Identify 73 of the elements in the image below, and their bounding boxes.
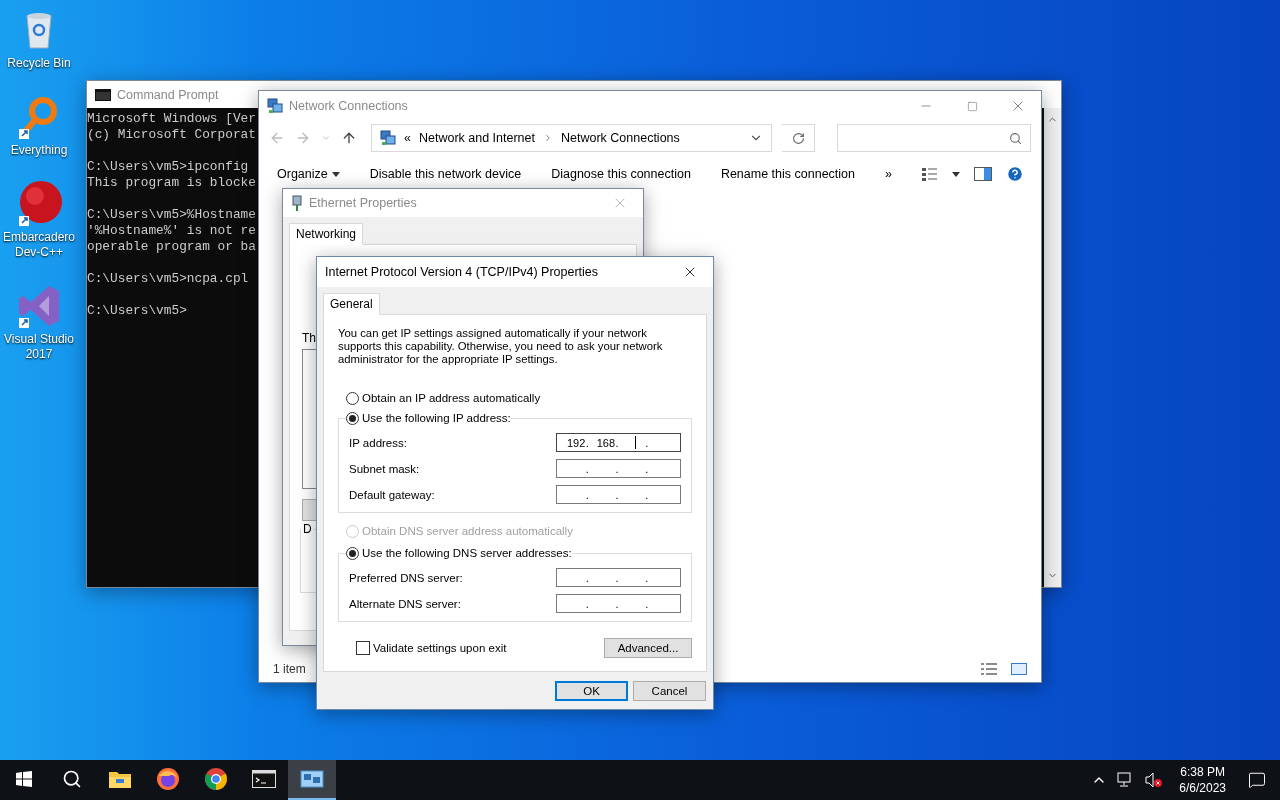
scrollbar[interactable] <box>1044 108 1061 587</box>
console-line: operable program or ba <box>87 239 256 255</box>
up-icon[interactable] <box>341 130 357 146</box>
radio-label[interactable]: Use the following DNS server addresses: <box>362 547 572 559</box>
terminal-icon <box>95 88 111 101</box>
advanced-button[interactable]: Advanced... <box>604 638 692 658</box>
window-title: Command Prompt <box>117 87 219 102</box>
refresh-icon[interactable] <box>791 131 805 145</box>
caret-icon[interactable] <box>951 171 960 177</box>
section-label: Th <box>302 331 316 345</box>
ip-address-field[interactable]: . . . <box>556 459 681 478</box>
window-title: Network Connections <box>289 99 408 113</box>
console-line: C:\Users\vm5>ipconfig <box>87 159 249 175</box>
field-label: Alternate DNS server: <box>349 597 461 610</box>
group-label: D <box>301 522 314 536</box>
dialog-title: Internet Protocol Version 4 (TCP/IPv4) Properties <box>325 265 599 279</box>
terminal-icon <box>252 770 276 788</box>
console-line: C:\Users\vm5> <box>87 303 187 319</box>
radio-label[interactable]: Use the following IP address: <box>362 412 511 424</box>
field-label: IP address: <box>349 436 407 449</box>
muted-speaker-icon[interactable] <box>1145 772 1164 788</box>
validate-checkbox[interactable]: Validate settings upon exit <box>356 641 507 655</box>
radio-button[interactable] <box>346 391 359 405</box>
caret-icon <box>331 171 340 177</box>
description-text: You can get IP settings assigned automatically if your network supports this capability. Otherwise, you need to ask your network administrator for the appropriate IP settings. <box>338 327 664 366</box>
view-options-icon[interactable] <box>921 167 938 181</box>
folder-icon <box>108 769 132 789</box>
ip-address-field[interactable]: . . . <box>556 568 681 587</box>
network-icon <box>380 130 396 146</box>
radio-label[interactable]: Obtain an IP address automatically <box>362 392 541 404</box>
tab[interactable]: General <box>323 293 380 315</box>
radio-button[interactable] <box>346 411 359 425</box>
windows-logo-icon[interactable] <box>16 771 32 787</box>
clock[interactable]: 6:38 PM 6/6/2023 <box>1179 764 1226 796</box>
chrome-circle-icon <box>204 767 228 791</box>
details-view-icon[interactable] <box>981 663 997 675</box>
more-button[interactable]: » <box>885 167 892 181</box>
address-bar[interactable]: « Network and Internet Network Connections <box>371 124 773 152</box>
console-line: (c) Microsoft Corporat <box>87 127 256 143</box>
toolbar-button[interactable]: Disable this network device <box>369 167 522 181</box>
ip-address-field[interactable]: 192. 168. . <box>556 433 681 452</box>
field-label: Preferred DNS server: <box>349 571 463 584</box>
notification-icon[interactable] <box>1248 771 1266 789</box>
field-label: Subnet mask: <box>349 462 420 475</box>
console-line: Microsoft Windows [Ver <box>87 111 256 127</box>
search-icon <box>1009 131 1022 145</box>
ethernet-plug-icon <box>291 195 303 211</box>
search-icon[interactable] <box>62 769 82 789</box>
tiles-view-icon[interactable] <box>1011 663 1027 675</box>
console-line: This program is blocke <box>87 175 256 191</box>
ip-address-field[interactable]: . . . <box>556 594 681 613</box>
console-line: C:\Users\vm5>ncpa.cpl <box>87 271 249 287</box>
dialog-button[interactable]: Cancel <box>633 681 706 701</box>
toolbar-button[interactable]: Diagnose this connection <box>551 167 691 181</box>
preview-pane-icon[interactable] <box>973 167 992 181</box>
ip-address-field[interactable]: . . . <box>556 485 681 504</box>
chevron-right-icon <box>543 133 553 143</box>
search-field[interactable] <box>837 124 1031 152</box>
toolbar-button[interactable]: Rename this connection <box>720 167 855 181</box>
console-line: C:\Users\vm5>%Hostname <box>87 207 256 223</box>
toolbar-button[interactable]: Organize <box>277 167 340 181</box>
help-icon[interactable] <box>1005 165 1024 183</box>
window-title: Ethernet Properties <box>309 196 417 210</box>
tab[interactable]: Networking <box>289 223 364 245</box>
refresh-button[interactable] <box>782 124 816 152</box>
network-icon <box>267 98 283 114</box>
network-window-icon <box>300 769 324 789</box>
fox-globe-icon <box>156 767 180 791</box>
field-label: Default gateway: <box>349 488 435 501</box>
console-line: '%Hostname%' is not re <box>87 223 256 239</box>
dialog-button[interactable]: OK <box>555 681 628 701</box>
item-count: 1 item <box>273 662 306 676</box>
radio-button[interactable] <box>346 546 359 560</box>
